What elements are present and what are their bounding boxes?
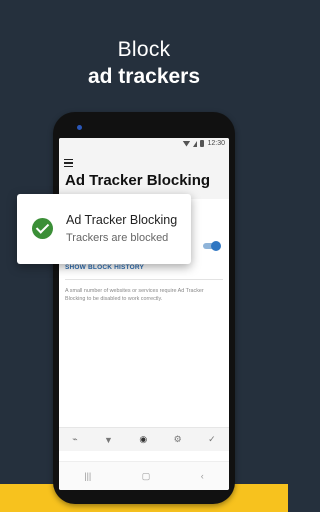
bottom-nav: ⌁ ▼ ◉ ⚙ ✓ <box>59 427 229 451</box>
toast-title: Ad Tracker Blocking <box>66 213 178 227</box>
page-title: Ad Tracker Blocking <box>65 172 211 189</box>
ad-tracker-toggle[interactable] <box>203 241 221 251</box>
divider <box>65 279 223 280</box>
battery-icon <box>200 140 205 147</box>
app-bar: Ad Tracker Blocking <box>59 149 229 199</box>
show-block-history-link[interactable]: SHOW BLOCK HISTORY <box>65 264 144 271</box>
info-note: A small number of websites or services r… <box>65 288 204 302</box>
recent-apps-icon[interactable]: ||| <box>84 471 91 481</box>
home-icon[interactable]: ▢ <box>142 471 151 482</box>
status-toast: Ad Tracker Blocking Trackers are blocked <box>17 194 191 264</box>
shield-check-icon[interactable]: ✓ <box>208 434 216 445</box>
status-bar: 12:30 <box>59 138 229 149</box>
menu-icon[interactable] <box>64 159 73 169</box>
system-nav-bar: ||| ▢ ‹ <box>59 461 229 490</box>
eye-slash-icon[interactable]: ◉ <box>139 434 147 445</box>
status-time: 12:30 <box>207 140 225 147</box>
phone-frame: 12:30 Ad Tracker Blocking SHOW BLOCK HIS… <box>53 112 235 504</box>
headline-line-1: Block <box>117 38 171 61</box>
toast-subtitle: Trackers are blocked <box>66 232 169 244</box>
toggle-knob <box>211 241 221 251</box>
promo-headline: Block ad trackers <box>0 36 288 90</box>
camera-icon <box>77 125 82 130</box>
signal-icon <box>193 140 198 147</box>
location-pin-icon[interactable]: ▼ <box>104 435 113 445</box>
phone-screen: 12:30 Ad Tracker Blocking SHOW BLOCK HIS… <box>59 138 229 490</box>
wifi-icon <box>182 140 191 147</box>
wifi-lock-icon[interactable]: ⌁ <box>72 434 77 445</box>
check-circle-icon <box>32 218 53 239</box>
wifi-gear-icon[interactable]: ⚙ <box>174 434 182 445</box>
back-icon[interactable]: ‹ <box>201 471 204 481</box>
headline-line-2: ad trackers <box>87 65 201 88</box>
